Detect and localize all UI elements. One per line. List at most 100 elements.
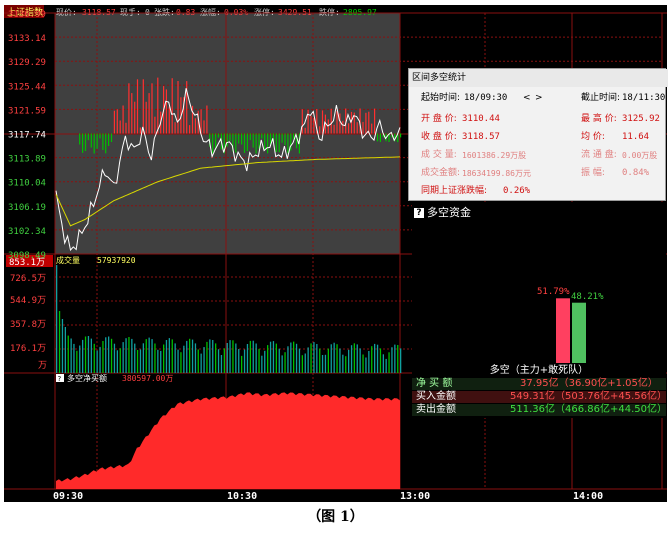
volume-tick: 176.1万 bbox=[10, 344, 46, 354]
volume-bar bbox=[67, 335, 69, 373]
red-bar-pct: 51.79% bbox=[537, 287, 570, 297]
time-axis: 09:30 10:30 13:00 14:00 bbox=[53, 491, 603, 502]
net-buy-label: 多空净买额 bbox=[67, 373, 107, 383]
volume-value: 57937920 bbox=[97, 256, 136, 265]
volume-bar bbox=[165, 340, 168, 373]
stats-row-open: 开 盘 价: 3110.44 最 高 价: 3125.92 bbox=[409, 111, 665, 128]
volume-bar bbox=[333, 342, 335, 373]
momentum-bar bbox=[84, 133, 87, 151]
momentum-bar bbox=[99, 133, 101, 139]
volume-bar bbox=[362, 354, 364, 373]
momentum-bar bbox=[148, 93, 150, 134]
end-time-value: 18/11:30 bbox=[622, 93, 666, 103]
next-range-button[interactable]: > bbox=[535, 90, 543, 107]
volume-bar bbox=[275, 343, 277, 373]
momentum-bar bbox=[177, 81, 179, 134]
limit-up-label: 涨停: bbox=[254, 7, 275, 17]
volume-bar bbox=[93, 343, 95, 373]
momentum-bar bbox=[379, 133, 381, 142]
volume-bar bbox=[330, 344, 332, 373]
volume-bar bbox=[64, 327, 66, 373]
volume-bar bbox=[345, 356, 347, 373]
momentum-bar bbox=[339, 113, 341, 134]
volume-bar bbox=[119, 348, 121, 373]
volume-bar bbox=[356, 344, 358, 373]
period-change-value: 0.26% bbox=[503, 186, 531, 196]
volume-bar bbox=[73, 343, 75, 373]
volume-bar bbox=[269, 341, 272, 373]
volume-stat-label: 成 交 量: bbox=[421, 150, 457, 160]
momentum-bar bbox=[113, 110, 115, 134]
volume-bar bbox=[348, 349, 350, 373]
volume-bar bbox=[264, 350, 266, 373]
momentum-bar bbox=[165, 89, 167, 134]
price-tick: 3125.44 bbox=[8, 82, 46, 92]
momentum-bar bbox=[278, 133, 280, 153]
stats-row-volume: 成 交 量: 1601386.29万股 流 通 盘: 0.00万股 bbox=[409, 147, 665, 164]
time-tick: 09:30 bbox=[53, 491, 83, 502]
momentum-bar bbox=[206, 105, 208, 134]
volume-bar bbox=[134, 343, 136, 373]
price-tick: 3106.19 bbox=[8, 203, 46, 213]
price-tick: 3110.04 bbox=[8, 179, 46, 189]
momentum-bar bbox=[79, 133, 81, 145]
momentum-bar bbox=[139, 127, 141, 134]
volume-bar bbox=[139, 349, 142, 373]
buy-amount-label: 买入金额 bbox=[416, 391, 456, 402]
volume-bar bbox=[151, 339, 153, 373]
momentum-bar bbox=[203, 120, 205, 134]
amplitude-value: 0.84% bbox=[622, 168, 650, 178]
momentum-bar bbox=[301, 109, 303, 134]
volume-bar bbox=[90, 338, 92, 373]
start-time-value: 18/09:30 bbox=[464, 93, 508, 103]
volume-bar bbox=[342, 354, 344, 373]
momentum-bar bbox=[264, 133, 266, 151]
volume-bar bbox=[295, 343, 298, 373]
volume-bar bbox=[128, 337, 130, 373]
momentum-bar bbox=[168, 106, 170, 134]
time-tick: 14:00 bbox=[573, 491, 603, 502]
volume-bar bbox=[189, 338, 191, 373]
volume-bar bbox=[168, 338, 170, 373]
prev-range-button[interactable]: < bbox=[523, 90, 531, 107]
volume-bar bbox=[226, 343, 228, 373]
volume-bar bbox=[212, 340, 214, 373]
volume-bar bbox=[321, 355, 324, 373]
volume-tick: 726.5万 bbox=[10, 274, 46, 284]
volume-bar bbox=[359, 348, 361, 373]
volume-bar bbox=[163, 344, 165, 373]
close-price-label: 收 盘 价: bbox=[421, 132, 457, 142]
volume-tick: 万 bbox=[38, 361, 47, 371]
net-buy-area bbox=[56, 392, 400, 489]
buy-amount-value: 549.31亿（503.76亿+45.56亿） bbox=[510, 391, 667, 402]
volume-bars bbox=[56, 265, 402, 373]
price-axis: 3136.99 3133.14 3129.29 3125.44 3121.59 3117.… bbox=[8, 10, 46, 261]
volume-bar bbox=[154, 343, 156, 373]
momentum-bar bbox=[249, 133, 251, 141]
high-price-value: 3125.92 bbox=[622, 114, 660, 124]
momentum-bar bbox=[128, 83, 130, 134]
net-buy-help-glyph: ? bbox=[58, 375, 62, 383]
momentum-bar bbox=[258, 133, 260, 149]
stats-row-period: 同期上证涨跌幅: 0.26% bbox=[409, 183, 665, 200]
momentum-bar bbox=[189, 125, 191, 134]
momentum-bar bbox=[154, 116, 156, 134]
volume-bar bbox=[353, 343, 355, 373]
volume-bar bbox=[148, 337, 150, 373]
volume-bar bbox=[76, 350, 78, 373]
volume-bar bbox=[371, 346, 373, 373]
volume-bar bbox=[339, 348, 341, 373]
momentum-bar bbox=[174, 122, 176, 134]
stats-row-time: 起始时间: 18/09:30 < > 截止时间: 18/11:30 bbox=[409, 90, 665, 107]
momentum-bar bbox=[110, 133, 113, 142]
net-buy-value: 380597.00万 bbox=[122, 374, 173, 383]
volume-bar bbox=[145, 339, 147, 373]
momentum-bar bbox=[157, 77, 159, 134]
volume-bar bbox=[217, 349, 220, 373]
volume-tick: 544.9万 bbox=[10, 296, 46, 306]
momentum-bar bbox=[252, 133, 254, 148]
momentum-bar bbox=[241, 133, 243, 145]
high-price-label: 最 高 价: bbox=[581, 114, 617, 124]
momentum-bar bbox=[293, 133, 295, 140]
momentum-bar bbox=[374, 108, 376, 134]
